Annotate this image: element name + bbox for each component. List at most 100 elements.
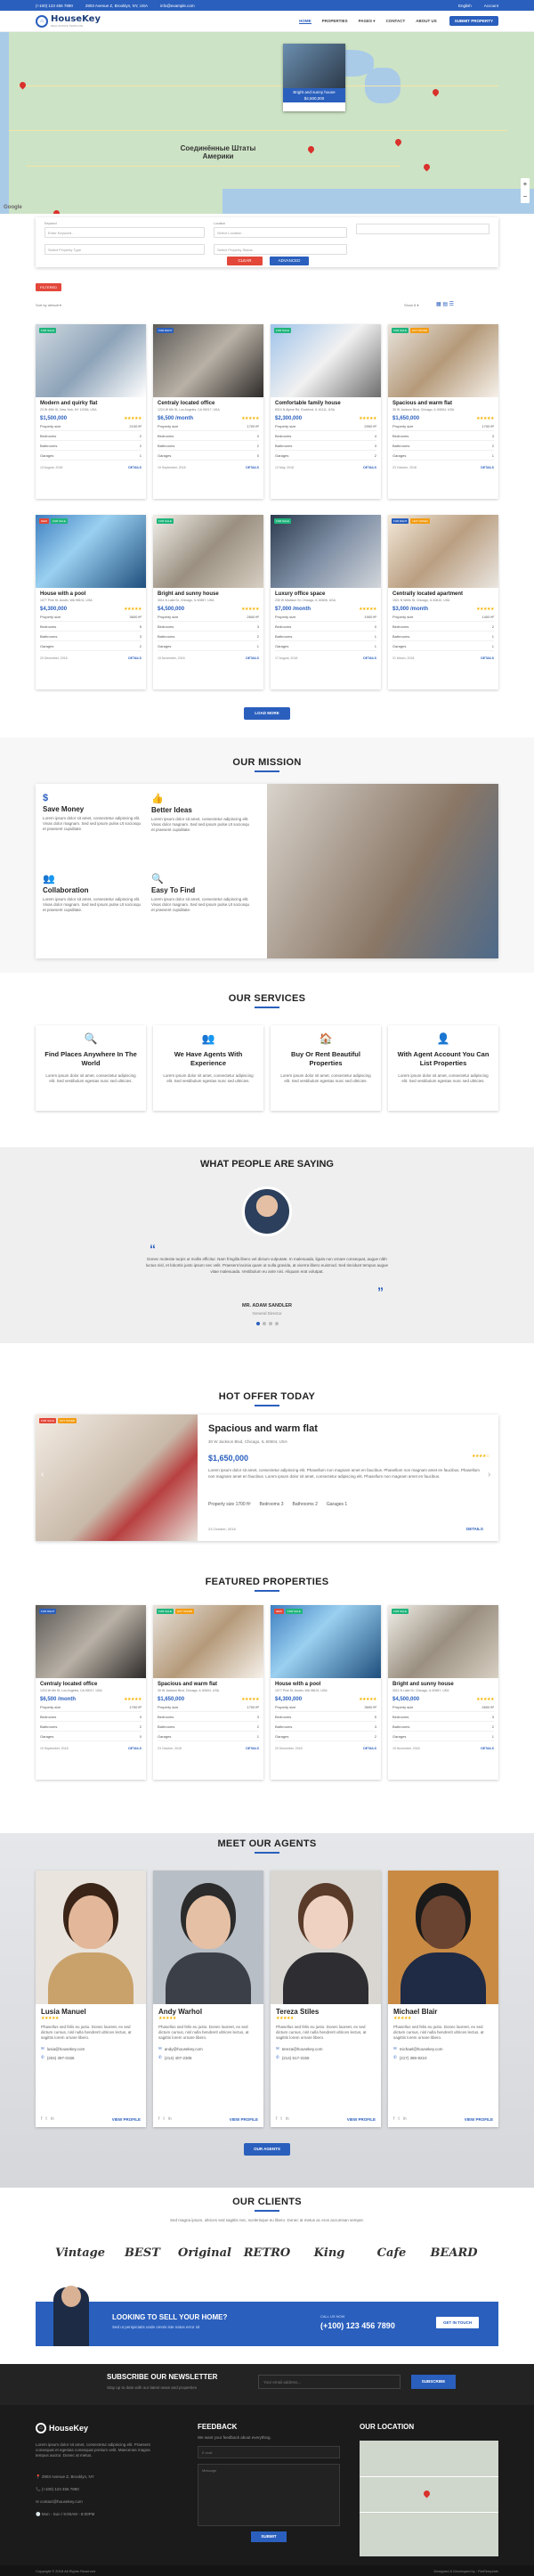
- property-card[interactable]: FOR RENT Centraly located office 1224 W …: [36, 1605, 146, 1780]
- footer-logo[interactable]: ⌂ HouseKey: [36, 2423, 88, 2433]
- property-image[interactable]: FOR SALE: [271, 324, 381, 397]
- property-card[interactable]: FOR RENT Centraly located office 1224 W …: [153, 324, 263, 499]
- hot-offer-name[interactable]: Spacious and warm flat: [208, 1423, 318, 1434]
- details-link[interactable]: DETAILS: [128, 466, 142, 469]
- property-type-field[interactable]: Select Property Type: [44, 242, 205, 255]
- agent-phone[interactable]: ✆ (214) 407-2305: [153, 2053, 263, 2062]
- details-link[interactable]: DETAILS: [481, 466, 494, 469]
- map-zoom-control[interactable]: + −: [521, 178, 530, 203]
- property-type-select[interactable]: Select Property Type: [44, 244, 205, 255]
- agent-photo[interactable]: [271, 1871, 381, 2004]
- property-image[interactable]: FOR SALE: [153, 515, 263, 588]
- details-link[interactable]: DETAILS: [128, 1747, 142, 1750]
- property-image[interactable]: NEW FOR SALE: [271, 1605, 381, 1678]
- property-title[interactable]: Modern and quirky flat: [40, 401, 142, 406]
- carousel-dots[interactable]: [256, 1322, 279, 1325]
- map-pin[interactable]: [308, 146, 314, 155]
- map-pin[interactable]: [424, 164, 430, 173]
- client-logo[interactable]: Cafe: [365, 2246, 418, 2260]
- feedback-email-input[interactable]: E-mail: [198, 2446, 340, 2458]
- property-card[interactable]: NEW FOR SALE House with a pool 1077 Pine …: [36, 515, 146, 689]
- property-card[interactable]: FOR SALE HOT OFFER Spacious and warm flat…: [153, 1605, 263, 1780]
- details-link[interactable]: DETAILS: [481, 1747, 494, 1750]
- agent-photo[interactable]: [153, 1871, 263, 2004]
- property-title[interactable]: Spacious and warm flat: [158, 1682, 259, 1687]
- details-link[interactable]: DETAILS: [246, 1747, 259, 1750]
- nav-about[interactable]: ABOUT US: [416, 19, 437, 24]
- property-card[interactable]: FOR SALE Luxury office space 230 W Madis…: [271, 515, 381, 689]
- filter-tag[interactable]: FILTERED: [36, 283, 62, 291]
- chevron-right-icon[interactable]: ›: [488, 1470, 490, 1480]
- show-select[interactable]: Show 8 ▾: [404, 303, 418, 307]
- subscribe-button[interactable]: SUBSCRIBE: [411, 2375, 456, 2389]
- property-title[interactable]: Bright and sunny house: [392, 1682, 494, 1687]
- client-logo[interactable]: King: [303, 2246, 356, 2260]
- topbar-email[interactable]: info@example.com: [160, 4, 195, 8]
- map-pin[interactable]: [20, 82, 26, 91]
- client-logo[interactable]: BEARD: [427, 2246, 481, 2260]
- property-image[interactable]: FOR SALE HOT OFFER: [153, 1605, 263, 1678]
- clear-button[interactable]: CLEAR: [227, 257, 263, 265]
- nav-pages[interactable]: PAGES ▾: [359, 19, 376, 24]
- property-image[interactable]: FOR RENT HOT OFFER: [388, 515, 498, 588]
- our-agents-button[interactable]: OUR AGENTS: [244, 2143, 290, 2156]
- social-icons[interactable]: f t in: [393, 2116, 407, 2122]
- footer-email[interactable]: ✉ contact@housekey.com: [36, 2499, 83, 2505]
- agent-name[interactable]: Tereza Stiles: [271, 2004, 381, 2016]
- topbar-phone[interactable]: (+100) 123 456 7890: [36, 4, 73, 8]
- get-in-touch-button[interactable]: GET IN TOUCH: [436, 2317, 480, 2328]
- chevron-left-icon[interactable]: ‹: [41, 1470, 44, 1480]
- details-link[interactable]: DETAILS: [466, 1527, 483, 1531]
- location-map[interactable]: [360, 2441, 498, 2556]
- social-icons[interactable]: f t in: [158, 2116, 172, 2122]
- agent-phone[interactable]: ✆ (204) 397-0156: [36, 2053, 146, 2062]
- map-popup[interactable]: Bright and sunny house $4,500,000: [283, 44, 345, 111]
- property-card[interactable]: FOR SALE HOT OFFER Spacious and warm flat…: [388, 324, 498, 499]
- nav-home[interactable]: HOME: [299, 19, 312, 24]
- load-more-button[interactable]: LOAD MORE: [244, 707, 290, 720]
- nav-contact[interactable]: CONTACT: [386, 19, 406, 24]
- agent-email[interactable]: ✉ lusia@housekey.com: [36, 2044, 146, 2053]
- feedback-submit-button[interactable]: SUBMIT: [251, 2531, 287, 2542]
- agent-name[interactable]: Michael Blair: [388, 2004, 498, 2016]
- zoom-in-icon[interactable]: +: [521, 178, 530, 191]
- social-icons[interactable]: f t in: [41, 2116, 54, 2122]
- agent-name[interactable]: Andy Warhol: [153, 2004, 263, 2016]
- view-profile-link[interactable]: VIEW PROFILE: [465, 2117, 493, 2122]
- property-status-select[interactable]: Select Property Status: [214, 244, 347, 255]
- property-title[interactable]: House with a pool: [275, 1682, 376, 1687]
- details-link[interactable]: DETAILS: [481, 656, 494, 660]
- property-title[interactable]: Spacious and warm flat: [392, 401, 494, 406]
- map-pin[interactable]: [395, 139, 401, 148]
- newsletter-email-input[interactable]: Your email address...: [258, 2375, 400, 2389]
- view-toggle-icons[interactable]: ▦ ▤ ☰: [436, 301, 454, 307]
- property-image[interactable]: FOR SALE: [388, 1605, 498, 1678]
- client-logo[interactable]: Vintage: [53, 2246, 107, 2260]
- account-menu[interactable]: Account: [484, 4, 498, 8]
- agent-name[interactable]: Lusia Manuel: [36, 2004, 146, 2016]
- client-logo[interactable]: BEST: [116, 2246, 169, 2260]
- property-title[interactable]: Centraly located office: [40, 1682, 142, 1687]
- property-card[interactable]: FOR SALE Bright and sunny house 3011 N L…: [388, 1605, 498, 1780]
- property-image[interactable]: FOR SALE: [271, 515, 381, 588]
- details-link[interactable]: DETAILS: [246, 466, 259, 469]
- agent-email[interactable]: ✉ tereza@housekey.com: [271, 2044, 381, 2053]
- properties-map[interactable]: Соединённые Штаты Америки: [0, 32, 534, 214]
- property-title[interactable]: Luxury office space: [275, 591, 376, 597]
- property-title[interactable]: Bright and sunny house: [158, 591, 259, 597]
- property-status-field[interactable]: Select Property Status: [214, 242, 347, 255]
- sort-select[interactable]: Sort by default ▾: [36, 303, 61, 307]
- price-range-slider[interactable]: [356, 224, 490, 234]
- map-pin[interactable]: [53, 210, 60, 214]
- view-profile-link[interactable]: VIEW PROFILE: [230, 2117, 258, 2122]
- view-profile-link[interactable]: VIEW PROFILE: [112, 2117, 141, 2122]
- map-pin[interactable]: [433, 89, 439, 98]
- price-field[interactable]: [356, 222, 490, 234]
- property-card[interactable]: NEW FOR SALE House with a pool 1077 Pine …: [271, 1605, 381, 1780]
- agent-photo[interactable]: [388, 1871, 498, 2004]
- details-link[interactable]: DETAILS: [128, 656, 142, 660]
- nav-properties[interactable]: PROPERTIES: [322, 19, 348, 24]
- property-card[interactable]: FOR SALE Comfortable family house 8310 N…: [271, 324, 381, 499]
- property-card[interactable]: FOR RENT HOT OFFER Centrally located apar…: [388, 515, 498, 689]
- advanced-button[interactable]: ADVANCED: [270, 257, 309, 265]
